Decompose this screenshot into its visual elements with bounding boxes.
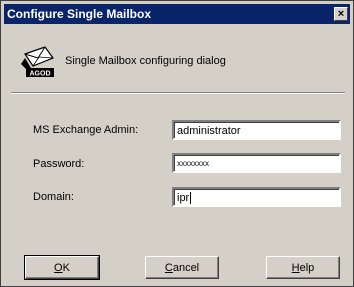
title-bar[interactable]: Configure Single Mailbox × — [4, 4, 350, 24]
close-button[interactable]: × — [334, 7, 348, 21]
text-caret — [190, 192, 192, 205]
window-title: Configure Single Mailbox — [7, 7, 152, 21]
cancel-button[interactable]: Cancel — [145, 256, 219, 279]
help-button[interactable]: Help — [266, 256, 340, 279]
password-input[interactable]: xxxxxxxx — [172, 153, 341, 173]
ok-label: OK — [54, 261, 70, 274]
domain-value: ipr — [177, 192, 190, 204]
admin-input[interactable]: administrator — [172, 120, 341, 140]
mailbox-config-icon: AGOD — [21, 46, 54, 78]
domain-input[interactable]: ipr — [172, 187, 341, 207]
admin-label: MS Exchange Admin: — [33, 124, 139, 136]
domain-label: Domain: — [33, 191, 74, 203]
dialog-header: AGOD Single Mailbox configuring dialog — [19, 44, 226, 78]
ok-button[interactable]: OK — [24, 255, 100, 280]
close-icon: × — [337, 7, 345, 20]
mailbox-icon-label: AGOD — [30, 71, 51, 78]
header-text: Single Mailbox configuring dialog — [65, 55, 226, 67]
cancel-label: Cancel — [164, 261, 200, 274]
separator-line — [11, 92, 345, 94]
password-label: Password: — [33, 158, 85, 170]
configure-mailbox-dialog: Configure Single Mailbox × AGOD Single M… — [0, 0, 354, 287]
help-label: Help — [291, 261, 315, 274]
